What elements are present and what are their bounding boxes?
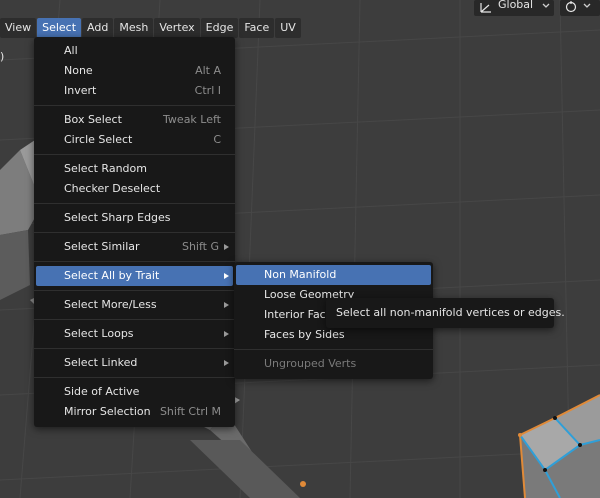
menu-item-label: Select Linked <box>64 356 138 369</box>
menu-item-label: Select All by Trait <box>64 269 160 282</box>
menu-item-label: Faces by Sides <box>264 328 345 341</box>
menu-item-label: Box Select <box>64 113 122 126</box>
menu-item-select-loops[interactable]: Select Loops <box>36 324 233 344</box>
submenu-arrow-icon <box>224 302 229 308</box>
menu-separator <box>34 377 235 378</box>
menu-item-side-of-active[interactable]: Side of Active <box>36 382 233 402</box>
menu-item-label: All <box>64 44 78 57</box>
submenu-arrow-icon <box>224 331 229 337</box>
menu-item-select-more-less[interactable]: Select More/Less <box>36 295 233 315</box>
menu-item-shortcut: Tweak Left <box>163 113 221 126</box>
menu-separator <box>34 348 235 349</box>
menu-item-label: Select Similar <box>64 240 140 253</box>
menu-item-all[interactable]: All <box>36 41 233 61</box>
menu-separator <box>234 349 433 350</box>
menu-item-label: Side of Active <box>64 385 140 398</box>
menu-separator <box>34 232 235 233</box>
menu-item-label: Ungrouped Verts <box>264 357 357 370</box>
transform-orientation-icon <box>480 3 491 13</box>
submenu-arrow-icon <box>224 273 229 279</box>
menu-item-label: Invert <box>64 84 97 97</box>
menu-item-invert[interactable]: Invert Ctrl I <box>36 81 233 101</box>
menu-item-circle-select[interactable]: Circle Select C <box>36 130 233 150</box>
menu-item-label: Select Loops <box>64 327 134 340</box>
menu-item-box-select[interactable]: Box Select Tweak Left <box>36 110 233 130</box>
menu-item-label: Circle Select <box>64 133 133 146</box>
menu-separator <box>34 261 235 262</box>
snap-pivot-icon <box>565 1 577 13</box>
menu-item-ungrouped-verts: Ungrouped Verts <box>236 354 431 374</box>
menu-face[interactable]: Face <box>239 18 275 38</box>
menu-select[interactable]: Select <box>37 18 82 38</box>
menu-item-shortcut: Shift Ctrl M <box>159 405 221 418</box>
menu-item-label: Select More/Less <box>64 298 157 311</box>
menu-uv[interactable]: UV <box>275 18 301 38</box>
menu-item-select-all-by-trait[interactable]: Select All by Trait <box>36 266 233 286</box>
menu-item-select-sharp-edges[interactable]: Select Sharp Edges <box>36 208 233 228</box>
menu-item-non-manifold[interactable]: Non Manifold <box>236 265 431 285</box>
menu-item-label: Select Sharp Edges <box>64 211 171 224</box>
menu-item-label: Mirror Selection <box>64 405 151 418</box>
menu-item-mirror-selection[interactable]: Mirror Selection Shift Ctrl M <box>36 402 233 422</box>
menu-item-none[interactable]: None Alt A <box>36 61 233 81</box>
tooltip: Select all non-manifold vertices or edge… <box>326 298 565 328</box>
menu-separator <box>34 154 235 155</box>
chevron-down-icon <box>542 3 550 8</box>
select-menu: All None Alt A Invert Ctrl I Box Select Twe… <box>34 37 235 427</box>
menu-item-shortcut: Alt A <box>195 64 221 77</box>
menu-item-checker-deselect[interactable]: Checker Deselect <box>36 179 233 199</box>
menu-item-select-random[interactable]: Select Random <box>36 159 233 179</box>
menu-mesh[interactable]: Mesh <box>114 18 154 38</box>
menu-item-shortcut: C <box>213 133 221 146</box>
menu-item-select-linked[interactable]: Select Linked <box>36 353 233 373</box>
menu-separator <box>34 203 235 204</box>
menu-separator <box>34 319 235 320</box>
menu-add[interactable]: Add <box>82 18 114 38</box>
transform-orientation-value: Global <box>498 0 534 11</box>
menu-item-label: Checker Deselect <box>64 182 161 195</box>
menu-item-shortcut: Ctrl I <box>194 84 221 97</box>
menu-item-label: Non Manifold <box>264 268 337 281</box>
menu-view[interactable]: View <box>0 18 37 38</box>
menu-item-select-similar[interactable]: Select Similar Shift G <box>36 237 233 257</box>
menu-item-label: Select Random <box>64 162 147 175</box>
menu-item-label: None <box>64 64 93 77</box>
menu-separator <box>34 105 235 106</box>
menu-item-shortcut: Shift G <box>181 240 219 253</box>
3d-cursor-icon <box>300 481 306 487</box>
menu-item-faces-by-sides[interactable]: Faces by Sides <box>236 325 431 345</box>
mesh-selected-right <box>518 394 600 498</box>
overlay-text-fragment: ) <box>0 50 5 63</box>
submenu-arrow-icon <box>224 244 229 250</box>
header-menu-bar: View Select Add Mesh Vertex Edge Face UV <box>0 18 302 38</box>
submenu-arrow-icon <box>224 360 229 366</box>
menu-separator <box>34 290 235 291</box>
menu-vertex[interactable]: Vertex <box>154 18 200 38</box>
chevron-down-icon <box>583 3 591 8</box>
menu-edge[interactable]: Edge <box>200 18 239 38</box>
viewport-header: View Select Add Mesh Vertex Edge Face UV… <box>0 0 600 38</box>
